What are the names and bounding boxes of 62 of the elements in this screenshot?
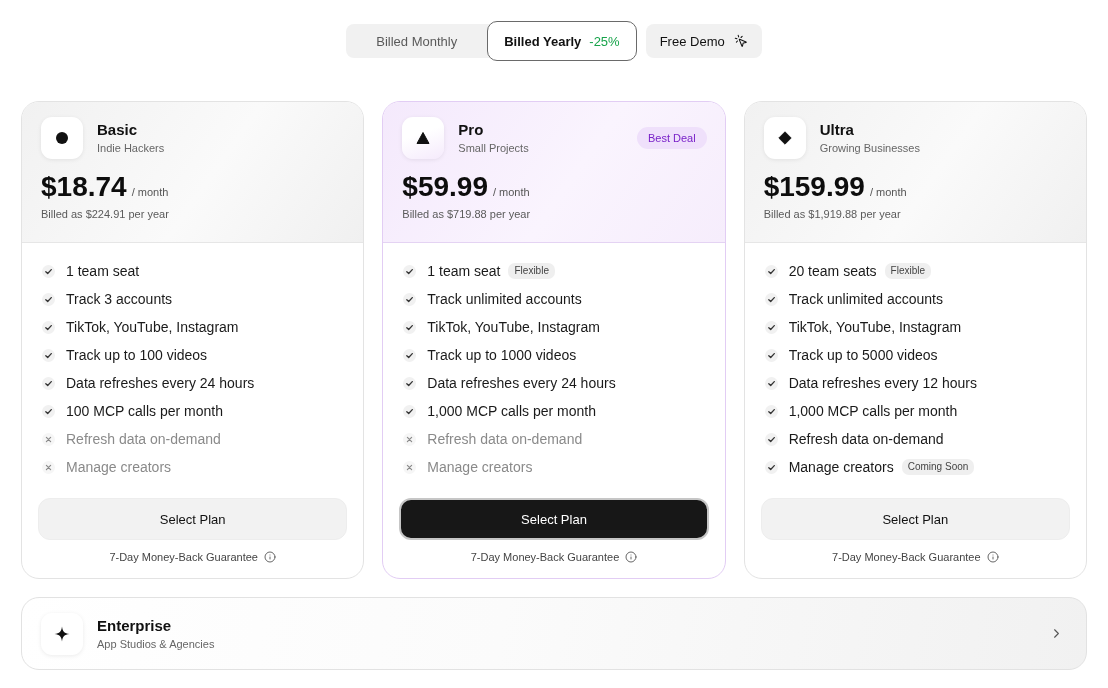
price: $18.74 [41,171,127,203]
feature-text: 1,000 MCP calls per month [788,403,958,419]
plan-audience: Indie Hackers [97,141,165,155]
feature-tag: Flexible [508,263,555,279]
feature-text: Track up to 100 videos [66,347,208,363]
enterprise-card[interactable]: Enterprise App Studios & Agencies [21,597,1087,670]
feature-text: Data refreshes every 24 hours [66,375,255,391]
feature-text: 100 MCP calls per month [66,403,223,419]
price: $159.99 [763,171,865,203]
feature-text: Track unlimited accounts [427,291,582,307]
feature-text: Track 3 accounts [66,291,173,307]
enterprise-audience: App Studios & Agencies [97,636,215,651]
feature-text: 20 team seats [788,263,877,279]
feature-text: Refresh data on-demand [788,431,944,447]
guarantee-note: 7-Day Money-Back Guarantee [470,551,620,563]
feature-text: 1 team seat [66,263,140,279]
select-plan-button[interactable]: Select Plan [399,498,709,540]
select-plan-button[interactable]: Select Plan [760,498,1070,540]
triangle-icon [402,117,445,159]
feature-text: TikTok, YouTube, Instagram [788,319,962,335]
feature-text: Manage creators [427,459,533,475]
feature-tag: Flexible [884,263,932,279]
feature-text: Data refreshes every 12 hours [788,375,977,391]
pointer-click-icon [733,34,748,48]
billing-note: Billed as $719.88 per year [402,207,532,221]
select-plan-button[interactable]: Select Plan [38,498,348,540]
price: $59.99 [402,171,488,203]
guarantee-note: 7-Day Money-Back Guarantee [109,551,258,563]
free-demo-button[interactable]: Free Demo [645,24,762,58]
feature-text: TikTok, YouTube, Instagram [66,319,239,335]
feature-text: 1,000 MCP calls per month [427,403,596,419]
feature-text: Track unlimited accounts [788,291,943,307]
diamond-icon [763,117,806,159]
billing-tab[interactable]: Billed Monthly [346,24,488,58]
billing-note: Billed as $1,919.88 per year [763,207,902,221]
feature-text: TikTok, YouTube, Instagram [427,319,600,335]
price-period: / month [869,186,907,198]
feature-tag: Coming Soon [901,459,975,475]
feature-text: Manage creators [788,459,894,475]
feature-text: 1 team seat [427,263,501,279]
plan-name: Ultra [819,121,855,139]
info-icon[interactable] [625,551,638,563]
enterprise-name: Enterprise [97,616,173,635]
price-period: / month [131,186,169,198]
plan-audience: Growing Businesses [819,141,920,155]
info-icon[interactable] [263,551,276,563]
billing-tab[interactable]: Billed Yearly -25% [487,21,637,61]
guarantee-note: 7-Day Money-Back Guarantee [832,551,981,563]
plan-audience: Small Projects [458,141,529,155]
info-icon[interactable] [986,551,999,563]
feature-text: Track up to 1000 videos [427,347,577,363]
feature-text: Refresh data on-demand [66,431,221,447]
feature-text: Data refreshes every 24 hours [427,375,616,391]
price-period: / month [492,186,530,198]
sparkle-icon [41,612,83,655]
feature-text: Track up to 5000 videos [788,347,938,363]
feature-text: Manage creators [66,459,172,475]
billing-note: Billed as $224.91 per year [41,207,170,221]
feature-text: Refresh data on-demand [427,431,583,447]
plan-name: Pro [458,121,485,139]
deal-badge: Best Deal [636,127,707,149]
plan-name: Basic [97,121,139,139]
